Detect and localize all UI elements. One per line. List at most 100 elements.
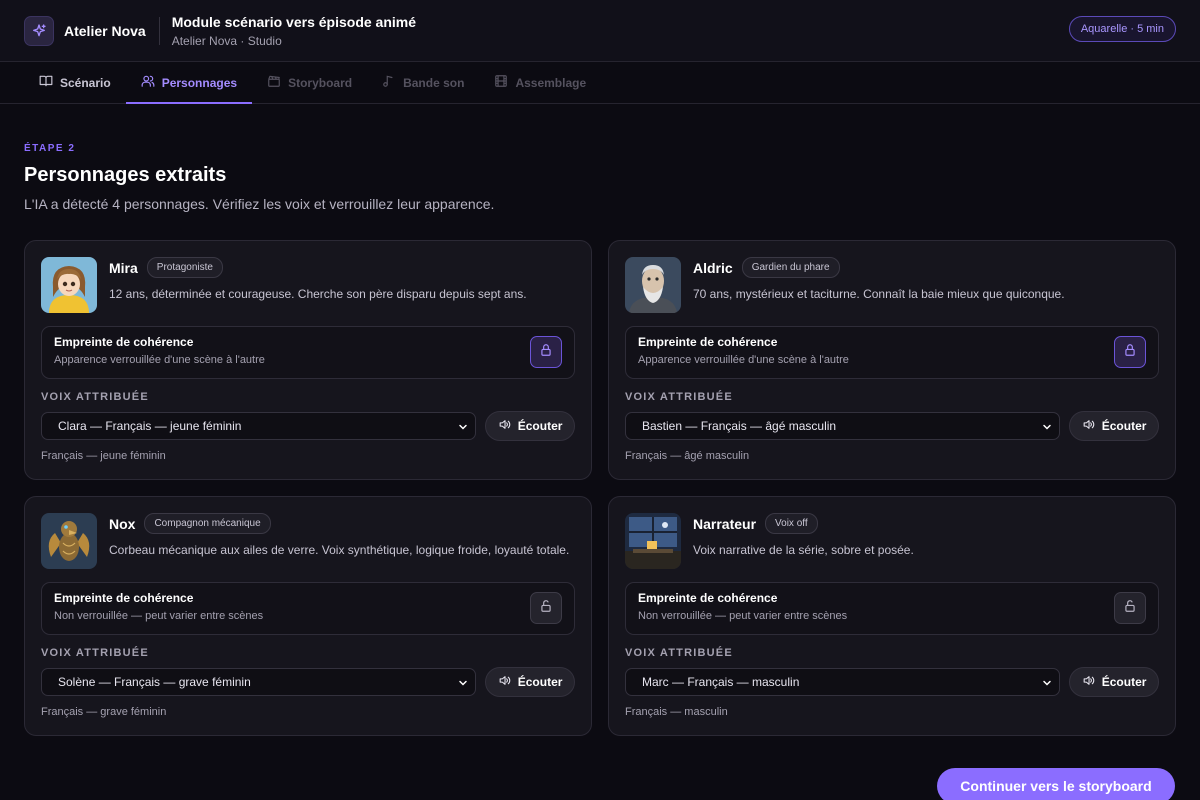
app-header: Atelier Nova Module scénario vers épisod… xyxy=(0,0,1200,62)
voice-select[interactable]: Marc — Français — masculin xyxy=(625,668,1061,696)
consistency-panel: Empreinte de cohérence Non verrouillée —… xyxy=(625,582,1159,635)
listen-button[interactable]: Écouter xyxy=(1069,411,1159,441)
tab-assemblage[interactable]: Assemblage xyxy=(479,62,601,103)
header-divider xyxy=(158,16,160,45)
unlock-icon xyxy=(539,599,553,618)
voice-select-value: Solène — Français — grave féminin xyxy=(58,675,251,689)
voice-caption: Français — âgé masculin xyxy=(625,450,750,462)
character-description: Voix narrative de la série, sobre et pos… xyxy=(693,543,914,557)
voice-caption: Français — masculin xyxy=(625,706,728,718)
character-grid: Mira Protagoniste 12 ans, déterminée et … xyxy=(24,240,1176,736)
speaker-icon xyxy=(498,418,511,434)
character-description: 12 ans, déterminée et courageuse. Cherch… xyxy=(109,287,527,301)
unlock-icon xyxy=(1123,599,1137,618)
role-badge: Voix off xyxy=(765,513,818,534)
consistency-status: Non verrouillée — peut varier entre scèn… xyxy=(638,610,848,622)
listen-button[interactable]: Écouter xyxy=(485,411,575,441)
character-name: Aldric xyxy=(693,259,733,276)
lock-toggle-button[interactable] xyxy=(1114,336,1146,368)
voice-label: VOIX ATTRIBUÉE xyxy=(41,647,149,659)
listen-label: Écouter xyxy=(517,675,563,689)
book-icon xyxy=(39,74,53,91)
listen-button[interactable]: Écouter xyxy=(485,667,575,697)
lock-toggle-button[interactable] xyxy=(1114,592,1146,624)
voice-select-value: Bastien — Français — âgé masculin xyxy=(642,419,837,433)
tab-label: Assemblage xyxy=(515,75,587,90)
voice-label: VOIX ATTRIBUÉE xyxy=(41,391,149,403)
consistency-status: Non verrouillée — peut varier entre scèn… xyxy=(54,610,264,622)
film-icon xyxy=(494,74,508,91)
sparkle-icon xyxy=(24,15,54,46)
clapper-icon xyxy=(267,74,281,91)
voice-select-value: Marc — Français — masculin xyxy=(642,675,800,689)
consistency-panel: Empreinte de cohérence Non verrouillée —… xyxy=(41,582,575,635)
listen-button[interactable]: Écouter xyxy=(1069,667,1159,697)
lock-icon xyxy=(539,343,553,362)
tab-label: Bande son xyxy=(403,75,465,90)
tab-label: Personnages xyxy=(161,75,238,90)
tab-scenario[interactable]: Scénario xyxy=(24,62,126,103)
page-title: Personnages extraits xyxy=(24,164,227,186)
voice-label: VOIX ATTRIBUÉE xyxy=(625,647,733,659)
page-description: L'IA a détecté 4 personnages. Vérifiez l… xyxy=(24,196,495,212)
tab-bar: Scénario Personnages Storyboard Bande so… xyxy=(0,62,1200,104)
users-icon xyxy=(141,74,155,91)
lock-toggle-button[interactable] xyxy=(530,336,562,368)
listen-label: Écouter xyxy=(517,419,563,433)
role-badge: Protagoniste xyxy=(146,257,223,278)
avatar xyxy=(625,257,681,313)
consistency-title: Empreinte de cohérence xyxy=(638,591,778,605)
tab-bande-son[interactable]: Bande son xyxy=(367,62,479,103)
character-card-mira: Mira Protagoniste 12 ans, déterminée et … xyxy=(24,240,592,480)
voice-label: VOIX ATTRIBUÉE xyxy=(625,391,733,403)
chevron-down-icon xyxy=(459,424,467,430)
character-name: Nox xyxy=(109,515,136,532)
voice-caption: Français — jeune féminin xyxy=(41,450,166,462)
character-name: Narrateur xyxy=(693,515,757,532)
voice-select[interactable]: Bastien — Français — âgé masculin xyxy=(625,412,1061,440)
chevron-down-icon xyxy=(1043,424,1051,430)
tab-label: Storyboard xyxy=(288,75,353,90)
character-card-narrateur: Narrateur Voix off Voix narrative de la … xyxy=(608,496,1176,736)
speaker-icon xyxy=(498,674,511,690)
avatar xyxy=(41,513,97,569)
character-card-nox: Nox Compagnon mécanique Corbeau mécaniqu… xyxy=(24,496,592,736)
module-title: Module scénario vers épisode animé xyxy=(171,13,417,30)
character-name: Mira xyxy=(109,259,138,276)
voice-select-value: Clara — Français — jeune féminin xyxy=(58,419,242,433)
character-description: 70 ans, mystérieux et taciturne. Connaît… xyxy=(693,287,1065,301)
tab-storyboard[interactable]: Storyboard xyxy=(252,62,367,103)
avatar xyxy=(625,513,681,569)
speaker-icon xyxy=(1082,674,1095,690)
consistency-title: Empreinte de cohérence xyxy=(54,335,194,349)
consistency-status: Apparence verrouillée d'une scène à l'au… xyxy=(54,354,265,366)
tab-label: Scénario xyxy=(60,75,111,90)
character-description: Corbeau mécanique aux ailes de verre. Vo… xyxy=(109,543,570,557)
consistency-panel: Empreinte de cohérence Apparence verroui… xyxy=(41,326,575,379)
chevron-down-icon xyxy=(459,680,467,686)
speaker-icon xyxy=(1082,418,1095,434)
continue-storyboard-button[interactable]: Continuer vers le storyboard xyxy=(937,768,1175,800)
character-card-aldric: Aldric Gardien du phare 70 ans, mystérie… xyxy=(608,240,1176,480)
listen-label: Écouter xyxy=(1101,419,1147,433)
chevron-down-icon xyxy=(1043,680,1051,686)
tab-personnages[interactable]: Personnages xyxy=(125,62,253,104)
consistency-panel: Empreinte de cohérence Apparence verroui… xyxy=(625,326,1159,379)
brand-name: Atelier Nova xyxy=(64,22,146,39)
style-duration-badge[interactable]: Aquarelle · 5 min xyxy=(1068,16,1176,42)
role-badge: Gardien du phare xyxy=(741,257,840,278)
voice-caption: Français — grave féminin xyxy=(41,706,167,718)
voice-select[interactable]: Solène — Français — grave féminin xyxy=(41,668,477,696)
avatar xyxy=(41,257,97,313)
lock-icon xyxy=(1123,343,1137,362)
consistency-title: Empreinte de cohérence xyxy=(54,591,194,605)
voice-select[interactable]: Clara — Français — jeune féminin xyxy=(41,412,477,440)
listen-label: Écouter xyxy=(1101,675,1147,689)
module-subtitle: Atelier Nova · Studio xyxy=(171,33,282,48)
consistency-status: Apparence verrouillée d'une scène à l'au… xyxy=(638,354,849,366)
role-badge: Compagnon mécanique xyxy=(144,513,271,534)
consistency-title: Empreinte de cohérence xyxy=(638,335,778,349)
step-label: ÉTAPE 2 xyxy=(24,143,76,154)
lock-toggle-button[interactable] xyxy=(530,592,562,624)
music-note-icon xyxy=(382,74,396,91)
